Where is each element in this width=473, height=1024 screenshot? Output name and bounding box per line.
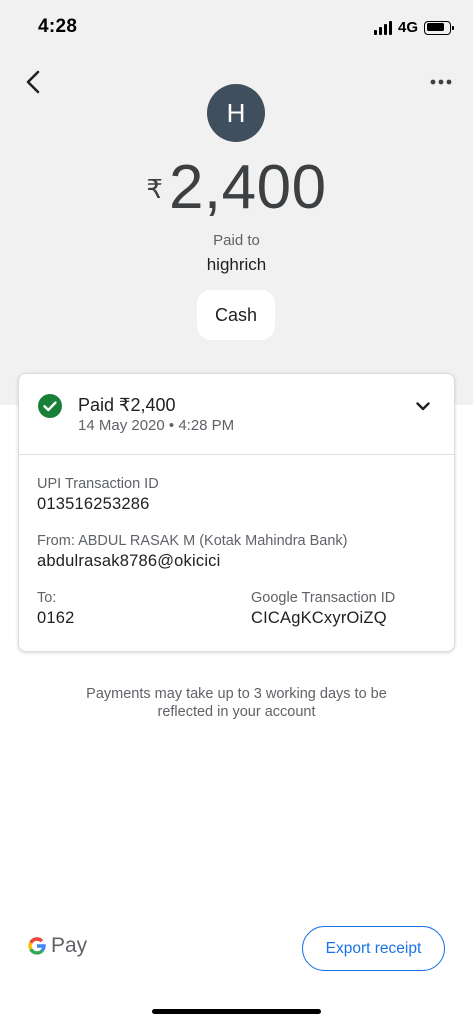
chevron-left-icon — [26, 70, 40, 94]
export-receipt-button[interactable]: Export receipt — [302, 926, 445, 971]
check-circle-icon — [38, 394, 62, 418]
home-indicator[interactable] — [152, 1009, 321, 1014]
back-button[interactable] — [20, 68, 48, 96]
payment-note: Cash — [197, 290, 275, 340]
from-label: From: ABDUL RASAK M (Kotak Mahindra Bank… — [37, 533, 348, 549]
payee-name: highrich — [206, 255, 267, 274]
status-time: 4:28 — [38, 16, 78, 37]
payment-disclaimer: Payments may take up to 3 working days t… — [86, 686, 387, 720]
amount-value: 2,400 — [168, 153, 327, 222]
battery-level — [426, 23, 445, 31]
currency-symbol: ₹ — [146, 174, 163, 204]
from-upi-id: abdulrasak8786@okicici — [37, 552, 221, 570]
google-pay-logo: Pay — [26, 934, 87, 958]
avatar: H — [207, 84, 265, 142]
to-value: 0162 — [37, 609, 75, 627]
paid-status: Paid ₹2,400 — [78, 395, 176, 415]
status-indicators: 4G — [373, 19, 454, 36]
upi-transaction-id-label: UPI Transaction ID — [37, 476, 159, 492]
chevron-down-icon[interactable] — [414, 397, 432, 415]
google-pay-text: Pay — [51, 934, 88, 957]
paid-to-label: Paid to — [213, 232, 260, 249]
more-options-button[interactable] — [429, 72, 453, 92]
transaction-details-card: Paid ₹2,400 14 May 2020 • 4:28 PM UPI Tr… — [18, 373, 455, 652]
transaction-status-header[interactable]: Paid ₹2,400 14 May 2020 • 4:28 PM — [19, 374, 454, 455]
google-transaction-id: CICAgKCxyrOiZQ — [251, 609, 387, 627]
network-type: 4G — [397, 19, 418, 36]
paid-date: 14 May 2020 • 4:28 PM — [78, 417, 235, 434]
google-transaction-id-label: Google Transaction ID — [251, 590, 396, 606]
amount: ₹ 2,400 — [0, 152, 473, 223]
to-label: To: — [37, 590, 57, 606]
upi-transaction-id: 013516253286 — [37, 495, 150, 513]
status-bar: 4:28 4G — [0, 0, 473, 56]
more-horizontal-icon — [430, 79, 452, 85]
google-g-icon — [28, 937, 46, 955]
signal-icon — [373, 20, 392, 35]
battery-icon — [424, 20, 454, 35]
